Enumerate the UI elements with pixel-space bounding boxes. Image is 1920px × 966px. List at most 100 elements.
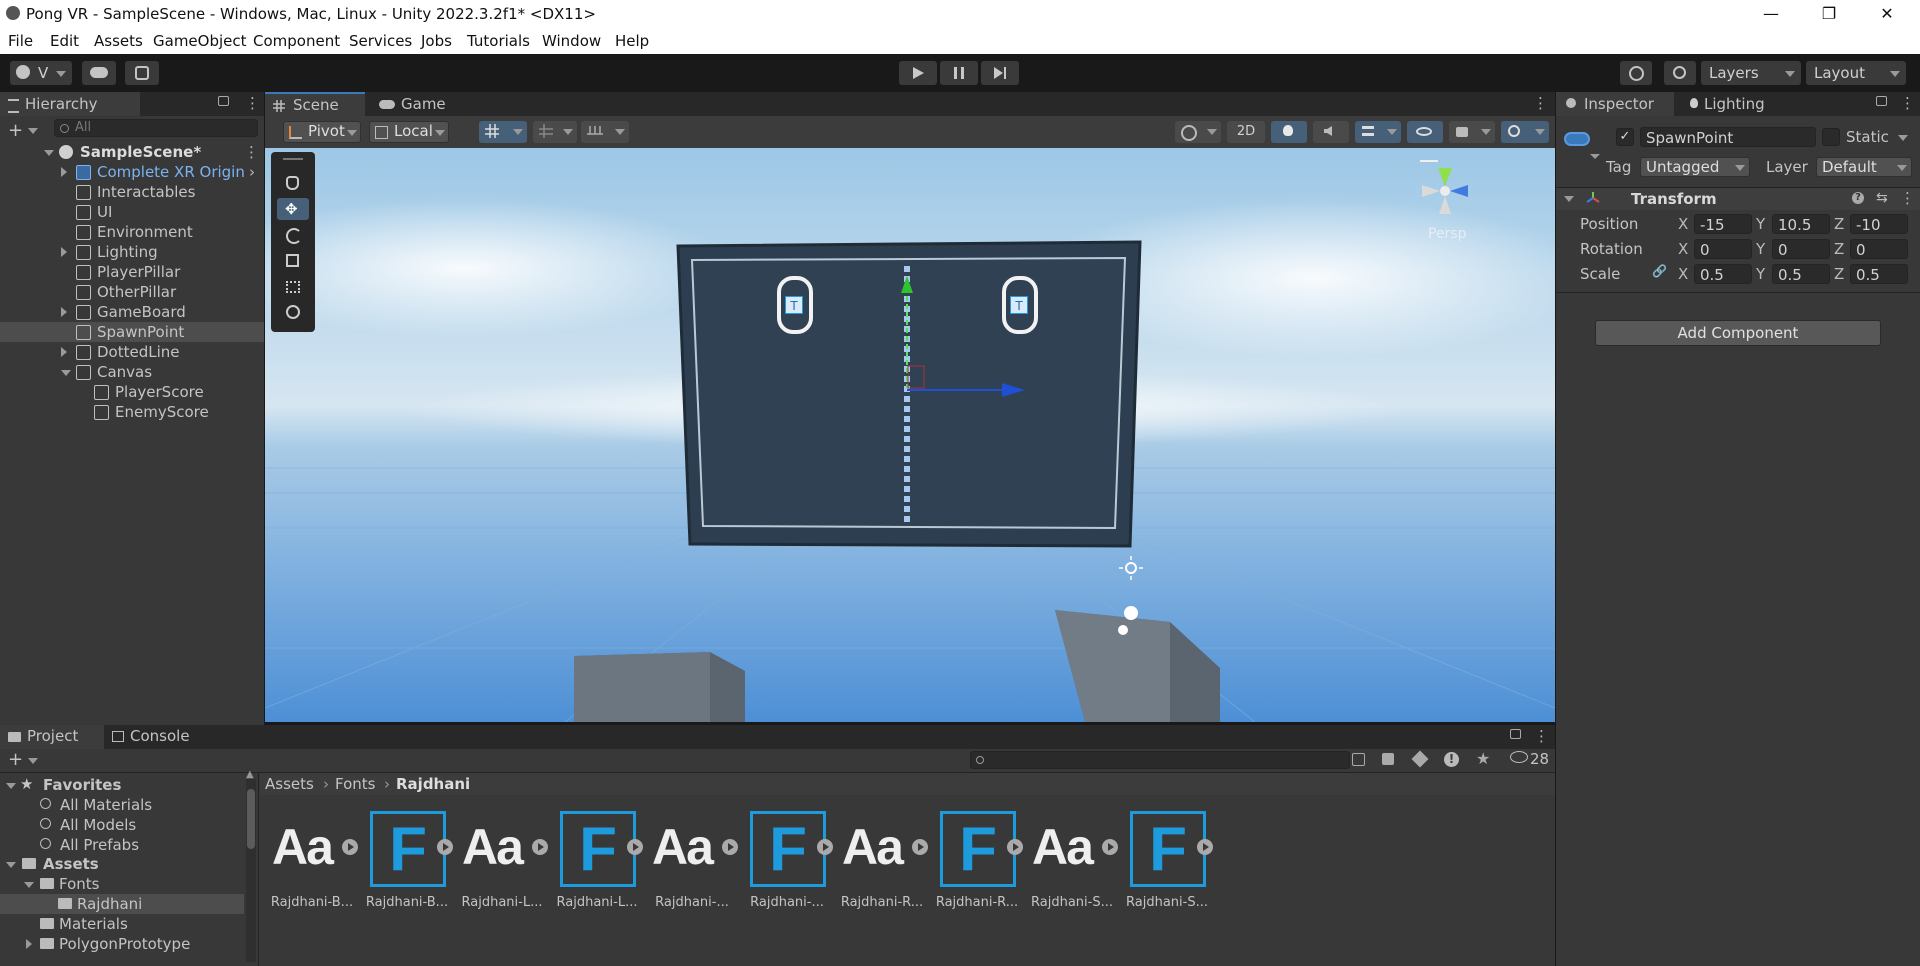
scene-viewport[interactable]: 0 T 0 T ✥ Persp [265,148,1555,722]
axis-z-label[interactable]: Z [1834,265,1844,283]
font-asset[interactable]: Aa Rajdhani-R... [840,809,935,949]
menu-gameobject[interactable]: GameObject [153,32,247,50]
add-component-button[interactable]: Add Component [1595,320,1881,346]
axis-y-label[interactable]: Y [1756,240,1765,258]
transform-header[interactable]: Transform ? ⇆ ⋮ [1556,188,1920,210]
kebab-menu-icon[interactable]: ⋮ [245,94,260,112]
kebab-menu-icon[interactable]: ⋮ [1900,94,1915,112]
pause-button[interactable] [940,61,978,85]
hierarchy-item[interactable]: Lighting [0,242,264,262]
folder-item[interactable]: Fonts [0,874,244,894]
folder-item[interactable]: PolygonPrototype [0,934,244,954]
hierarchy-item[interactable]: Complete XR Origin › [0,162,264,182]
tab-inspector[interactable]: Inspector [1556,92,1674,116]
kebab-menu-icon[interactable]: ⋮ [1900,189,1915,207]
viewport-menu-handle[interactable] [1420,160,1438,162]
project-search-input[interactable] [970,751,1350,769]
shading-mode-dropdown[interactable] [1175,121,1221,143]
transform-position-y-field[interactable]: 10.5 [1772,214,1830,234]
breadcrumb-fonts[interactable]: Fonts [335,775,375,793]
folder-item[interactable]: Rajdhani [0,894,244,914]
transform-position-z-field[interactable]: -10 [1850,214,1908,234]
menu-window[interactable]: Window [542,32,601,50]
hierarchy-item[interactable]: Interactables [0,182,264,202]
scene-visibility-toggle[interactable] [1407,121,1443,143]
tab-console[interactable]: Console [110,725,210,749]
label-tag-icon[interactable] [1411,750,1429,768]
close-button[interactable]: ✕ [1858,0,1916,28]
search-button[interactable] [1664,61,1696,85]
object-name-field[interactable]: SpawnPoint [1640,127,1816,147]
tab-scene[interactable]: Scene [265,92,365,116]
transform-rotation-x-field[interactable]: 0 [1694,239,1752,259]
hand-tool[interactable] [277,172,309,194]
pivot-dropdown[interactable]: Pivot [283,121,361,143]
menu-component[interactable]: Component [253,32,340,50]
hierarchy-item[interactable]: Environment [0,222,264,242]
font-asset[interactable]: Aa Rajdhani-S... [1030,809,1125,949]
font-sdf-asset[interactable]: F Rajdhani-... [745,809,840,949]
persp-label[interactable]: Persp [1428,226,1467,242]
axis-y-label[interactable]: Y [1756,215,1765,233]
menu-services[interactable]: Services [349,32,412,50]
gameobject-icon[interactable] [1564,132,1590,146]
breadcrumb-assets[interactable]: Assets [265,775,314,793]
chevron-down-icon[interactable] [1898,135,1908,141]
help-icon[interactable]: ? [1852,192,1864,204]
menu-edit[interactable]: Edit [50,32,79,50]
static-checkbox[interactable] [1822,128,1840,146]
camera-dropdown[interactable] [1449,121,1495,143]
move-tool[interactable]: ✥ [277,198,309,220]
lock-icon[interactable] [218,96,229,106]
cloud-button[interactable] [82,61,116,85]
kebab-menu-icon[interactable]: ⋮ [1533,94,1548,112]
scroll-up-icon[interactable]: ▲ [246,769,254,780]
drag-handle[interactable] [283,158,303,160]
layout-dropdown[interactable]: Layout [1806,61,1906,85]
error-filter-icon[interactable]: ! [1444,752,1459,767]
hierarchy-item[interactable]: EnemyScore [0,402,264,422]
folder-item[interactable]: Materials [0,914,244,934]
2d-toggle[interactable]: 2D [1227,121,1265,143]
hierarchy-item[interactable]: Canvas [0,362,264,382]
lighting-toggle[interactable] [1271,121,1307,143]
menu-jobs[interactable]: Jobs [421,32,452,50]
font-sdf-asset[interactable]: F Rajdhani-L... [555,809,650,949]
transform-scale-x-field[interactable]: 0.5 [1694,264,1752,284]
lock-icon[interactable] [1876,96,1887,106]
hierarchy-item[interactable]: GameBoard [0,302,264,322]
rotate-tool[interactable] [277,224,309,246]
chevron-right-icon[interactable] [61,247,67,257]
favorite-item[interactable]: All Materials [0,795,244,815]
minimize-button[interactable]: — [1742,0,1800,28]
constrain-proportions-icon[interactable]: 🔗 [1652,264,1667,278]
grid-snap-toggle[interactable] [479,121,527,143]
preset-icon[interactable]: ⇆ [1876,190,1888,206]
gizmos-dropdown[interactable] [1501,121,1549,143]
favorite-item[interactable]: All Prefabs [0,835,244,855]
kebab-menu-icon[interactable]: ⋮ [244,142,259,162]
search-by-type-icon[interactable] [1352,753,1365,766]
layer-dropdown[interactable]: Default [1816,157,1912,177]
filter-type-icon[interactable] [1382,753,1394,765]
increment-snap-toggle[interactable] [533,121,577,143]
account-dropdown[interactable]: V [10,61,72,85]
axis-z-label[interactable]: Z [1834,215,1844,233]
favorites-row[interactable]: ★ Favorites [0,775,244,795]
transform-position-x-field[interactable]: -15 [1694,214,1752,234]
font-asset[interactable]: Aa Rajdhani-... [650,809,745,949]
tab-lighting[interactable]: Lighting [1680,92,1790,116]
axis-x-label[interactable]: X [1678,215,1688,233]
chevron-right-icon[interactable] [26,939,32,949]
hierarchy-item[interactable]: DottedLine [0,342,264,362]
tab-game[interactable]: Game [371,92,451,116]
menu-assets[interactable]: Assets [94,32,143,50]
layers-dropdown[interactable]: Layers [1701,61,1801,85]
lock-icon[interactable] [1510,729,1521,739]
breadcrumb-rajdhani[interactable]: Rajdhani [396,775,470,793]
menu-tutorials[interactable]: Tutorials [467,32,530,50]
chevron-right-icon[interactable] [61,307,67,317]
rect-tool[interactable] [277,276,309,298]
axis-z-label[interactable]: Z [1834,240,1844,258]
axis-x-label[interactable]: X [1678,240,1688,258]
